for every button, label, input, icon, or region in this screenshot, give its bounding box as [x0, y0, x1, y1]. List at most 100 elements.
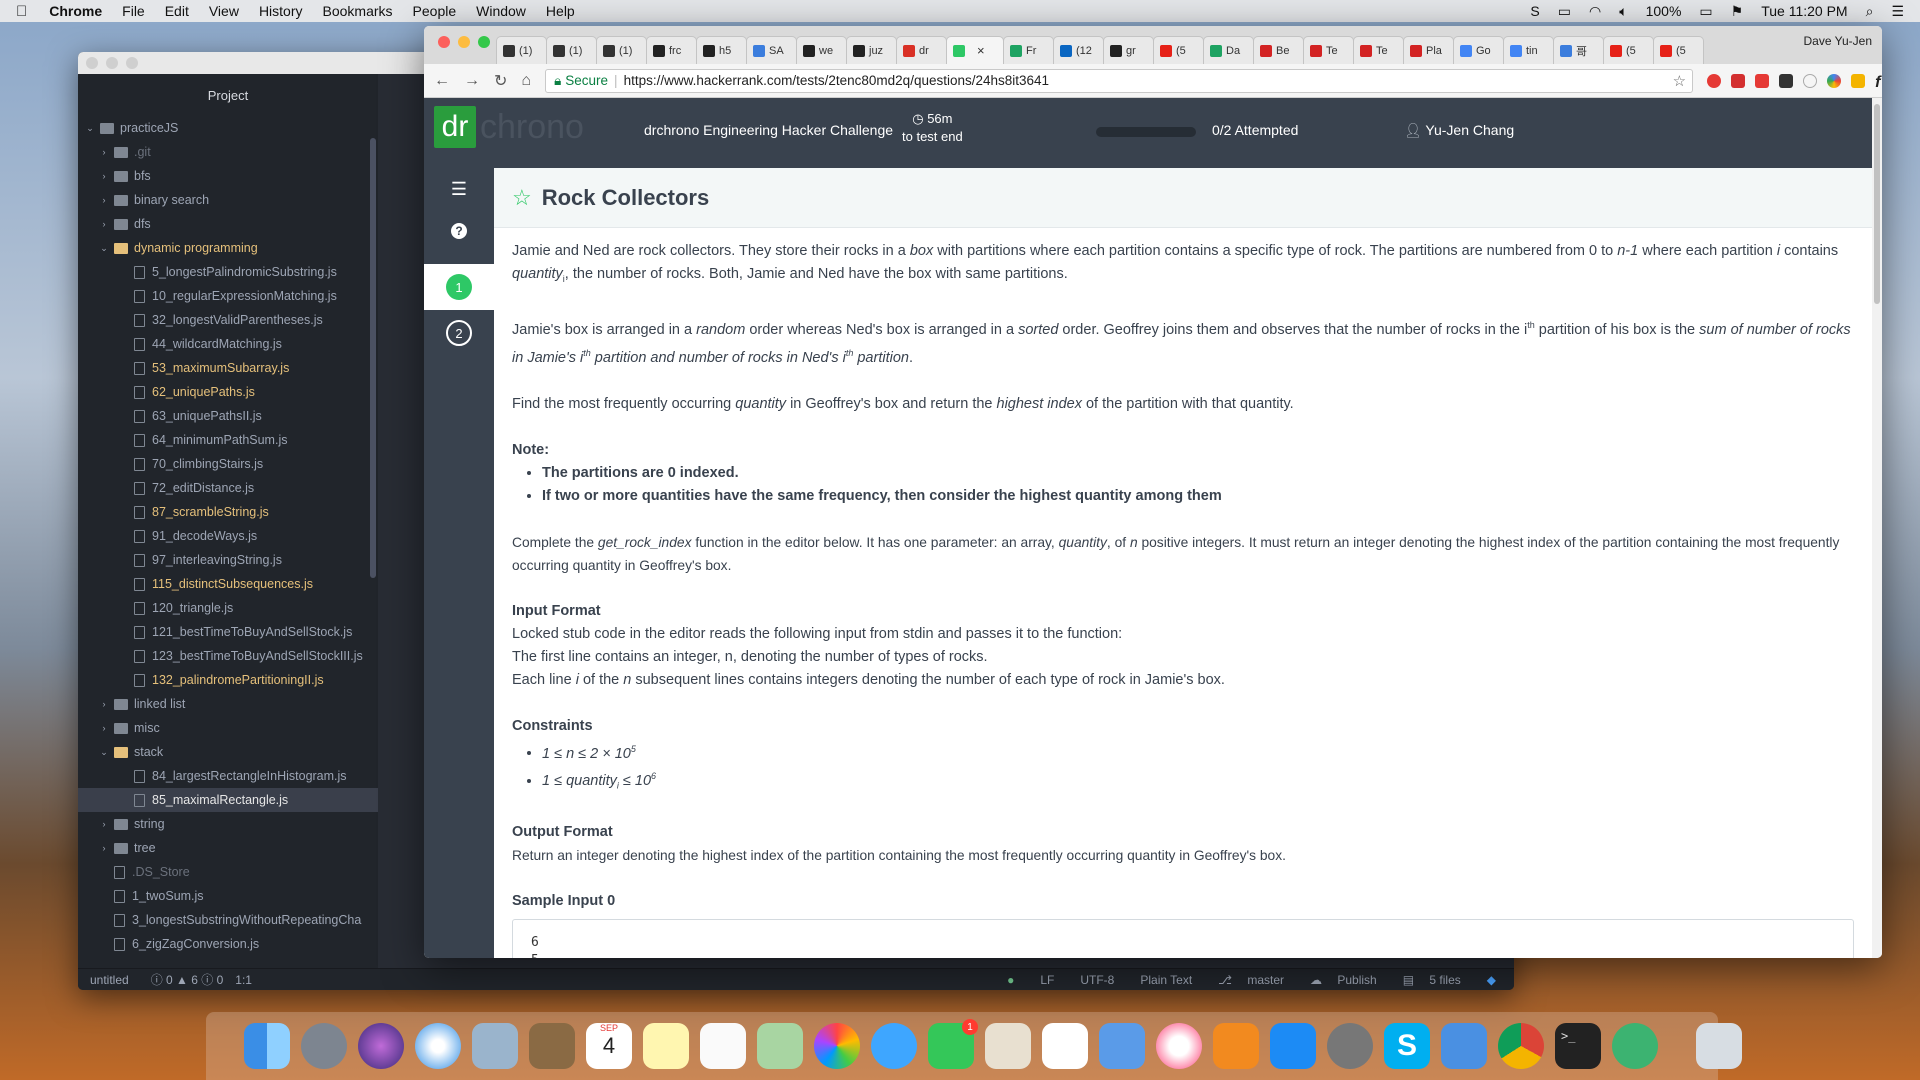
reload-icon[interactable]: ↻ — [494, 71, 507, 91]
chevron-down-icon[interactable]: ⌄ — [84, 123, 96, 134]
home-icon[interactable]: ⌂ — [521, 72, 531, 90]
tree-scrollbar[interactable] — [370, 138, 376, 578]
status-file[interactable]: untitled — [90, 973, 129, 987]
fx-extension-icon[interactable]: f? — [1875, 74, 1882, 91]
tree-file[interactable]: 5_longestPalindromicSubstring.js — [78, 260, 378, 284]
menu-help[interactable]: Help — [546, 3, 575, 19]
drchrono-logo[interactable]: dr chrono — [434, 106, 584, 148]
chevron-right-icon[interactable]: › — [98, 147, 110, 157]
calendar-icon[interactable]: SEP 4 — [586, 1023, 632, 1069]
clock[interactable]: Tue 11:20 PM — [1761, 3, 1847, 19]
chevron-right-icon[interactable]: › — [98, 195, 110, 205]
textedit-icon[interactable] — [985, 1023, 1031, 1069]
back-icon[interactable]: ← — [434, 72, 450, 90]
tree-file[interactable]: 62_uniquePaths.js — [78, 380, 378, 404]
zoom-icon[interactable] — [478, 36, 490, 48]
flag-icon[interactable]: ⚑ — [1731, 3, 1744, 20]
status-files[interactable]: ▤ 5 files — [1403, 973, 1461, 987]
tree-file[interactable]: 121_bestTimeToBuyAndSellStock.js — [78, 620, 378, 644]
browser-tab[interactable]: Be — [1253, 36, 1304, 64]
tree-file[interactable]: 44_wildcardMatching.js — [78, 332, 378, 356]
browser-tab[interactable]: tin — [1503, 36, 1554, 64]
tree-file[interactable]: 91_decodeWays.js — [78, 524, 378, 548]
forward-icon[interactable]: → — [464, 72, 480, 90]
battery-percent[interactable]: 100% — [1646, 3, 1682, 19]
tree-file[interactable]: 32_longestValidParentheses.js — [78, 308, 378, 332]
menu-history[interactable]: History — [259, 3, 303, 19]
browser-tab[interactable]: (12 — [1053, 36, 1104, 64]
github-icon[interactable]: ◆ — [1487, 973, 1496, 987]
tree-folder[interactable]: › dfs — [78, 212, 378, 236]
contacts-icon[interactable] — [529, 1023, 575, 1069]
browser-tab[interactable]: SA — [746, 36, 797, 64]
finder-icon[interactable] — [244, 1023, 290, 1069]
extension-icon[interactable] — [1707, 73, 1722, 88]
menu-bookmarks[interactable]: Bookmarks — [323, 3, 393, 19]
browser-tab[interactable]: frc — [646, 36, 697, 64]
browser-tab[interactable]: Te — [1303, 36, 1354, 64]
tree-file[interactable]: .DS_Store — [78, 860, 378, 884]
browser-tab[interactable]: h5 — [696, 36, 747, 64]
terminal-icon[interactable]: >_ — [1555, 1023, 1601, 1069]
chevron-right-icon[interactable]: › — [98, 843, 110, 853]
browser-tab[interactable]: Pla — [1403, 36, 1454, 64]
user-menu[interactable]: 👤︎ Yu-Jen Chang — [1404, 122, 1514, 139]
tree-file[interactable]: 70_climbingStairs.js — [78, 452, 378, 476]
tree-folder[interactable]: › string — [78, 812, 378, 836]
tree-file[interactable]: 6_zigZagConversion.js — [78, 932, 378, 956]
chevron-right-icon[interactable]: › — [98, 723, 110, 733]
numbers-icon[interactable] — [1042, 1023, 1088, 1069]
tree-file[interactable]: 85_maximalRectangle.js — [78, 788, 378, 812]
chevron-down-icon[interactable]: ⌄ — [98, 747, 110, 758]
browser-tab[interactable]: we — [796, 36, 847, 64]
tree-file[interactable]: 123_bestTimeToBuyAndSellStockIII.js — [78, 644, 378, 668]
tree-file[interactable]: 53_maximumSubarray.js — [78, 356, 378, 380]
browser-tab[interactable]: Da — [1203, 36, 1254, 64]
minimize-icon[interactable] — [458, 36, 470, 48]
app-menu[interactable]: Chrome — [49, 3, 102, 19]
tree-file[interactable]: 10_regularExpressionMatching.js — [78, 284, 378, 308]
apple-menu-icon[interactable]:  — [16, 3, 27, 20]
browser-tab[interactable]: Te — [1353, 36, 1404, 64]
status-encoding[interactable]: UTF-8 — [1080, 973, 1114, 987]
tree-folder[interactable]: › binary search — [78, 188, 378, 212]
help-icon[interactable]: ? — [424, 210, 494, 252]
keynote-icon[interactable] — [1099, 1023, 1145, 1069]
tree-folder[interactable]: › misc — [78, 716, 378, 740]
reminders-icon[interactable] — [700, 1023, 746, 1069]
trash-icon[interactable] — [1696, 1023, 1742, 1069]
skype-icon[interactable]: S — [1384, 1023, 1430, 1069]
browser-tab[interactable]: Go — [1453, 36, 1504, 64]
browser-tab[interactable]: (5 — [1153, 36, 1204, 64]
browser-tab[interactable]: juz — [846, 36, 897, 64]
status-linter[interactable]: ⓘ 0 ▲ 6 ⓘ 0 — [151, 971, 224, 988]
spotlight-icon[interactable]: ⌕ — [1866, 3, 1874, 20]
tree-file[interactable]: 87_scrambleString.js — [78, 500, 378, 524]
preview-icon[interactable] — [472, 1023, 518, 1069]
menu-edit[interactable]: Edit — [165, 3, 189, 19]
tree-root[interactable]: ⌄ practiceJS — [78, 116, 378, 140]
facetime-icon[interactable]: 1 — [928, 1019, 978, 1069]
chrome-icon[interactable] — [1498, 1023, 1544, 1069]
page-scrollbar[interactable] — [1872, 98, 1882, 958]
browser-tab[interactable]: gr — [1103, 36, 1154, 64]
extension-icon[interactable] — [1827, 73, 1842, 88]
status-eol[interactable]: LF — [1040, 973, 1054, 987]
address-bar[interactable]: 🔒︎ Secure | https://www.hackerrank.com/t… — [545, 68, 1694, 93]
url-text[interactable]: https://www.hackerrank.com/tests/2tenc80… — [624, 73, 1050, 88]
chevron-right-icon[interactable]: › — [98, 819, 110, 829]
tree-file[interactable]: 1_twoSum.js — [78, 884, 378, 908]
photos-icon[interactable] — [814, 1023, 860, 1069]
menu-people[interactable]: People — [413, 3, 457, 19]
tab-close-icon[interactable]: × — [977, 43, 985, 58]
project-tree[interactable]: Project ⌄ practiceJS › .git › bfs › binary sear… — [78, 74, 378, 968]
question-2-button[interactable]: 2 — [424, 310, 494, 356]
browser-tab[interactable]: (5 — [1603, 36, 1654, 64]
xcode-icon[interactable] — [1441, 1023, 1487, 1069]
chevron-right-icon[interactable]: › — [98, 699, 110, 709]
tree-file[interactable]: 115_distinctSubsequences.js — [78, 572, 378, 596]
browser-tab[interactable]: (1) — [596, 36, 647, 64]
atom-icon[interactable] — [1612, 1023, 1658, 1069]
bookmark-star-icon[interactable]: ☆ — [1673, 72, 1686, 90]
close-icon[interactable] — [438, 36, 450, 48]
